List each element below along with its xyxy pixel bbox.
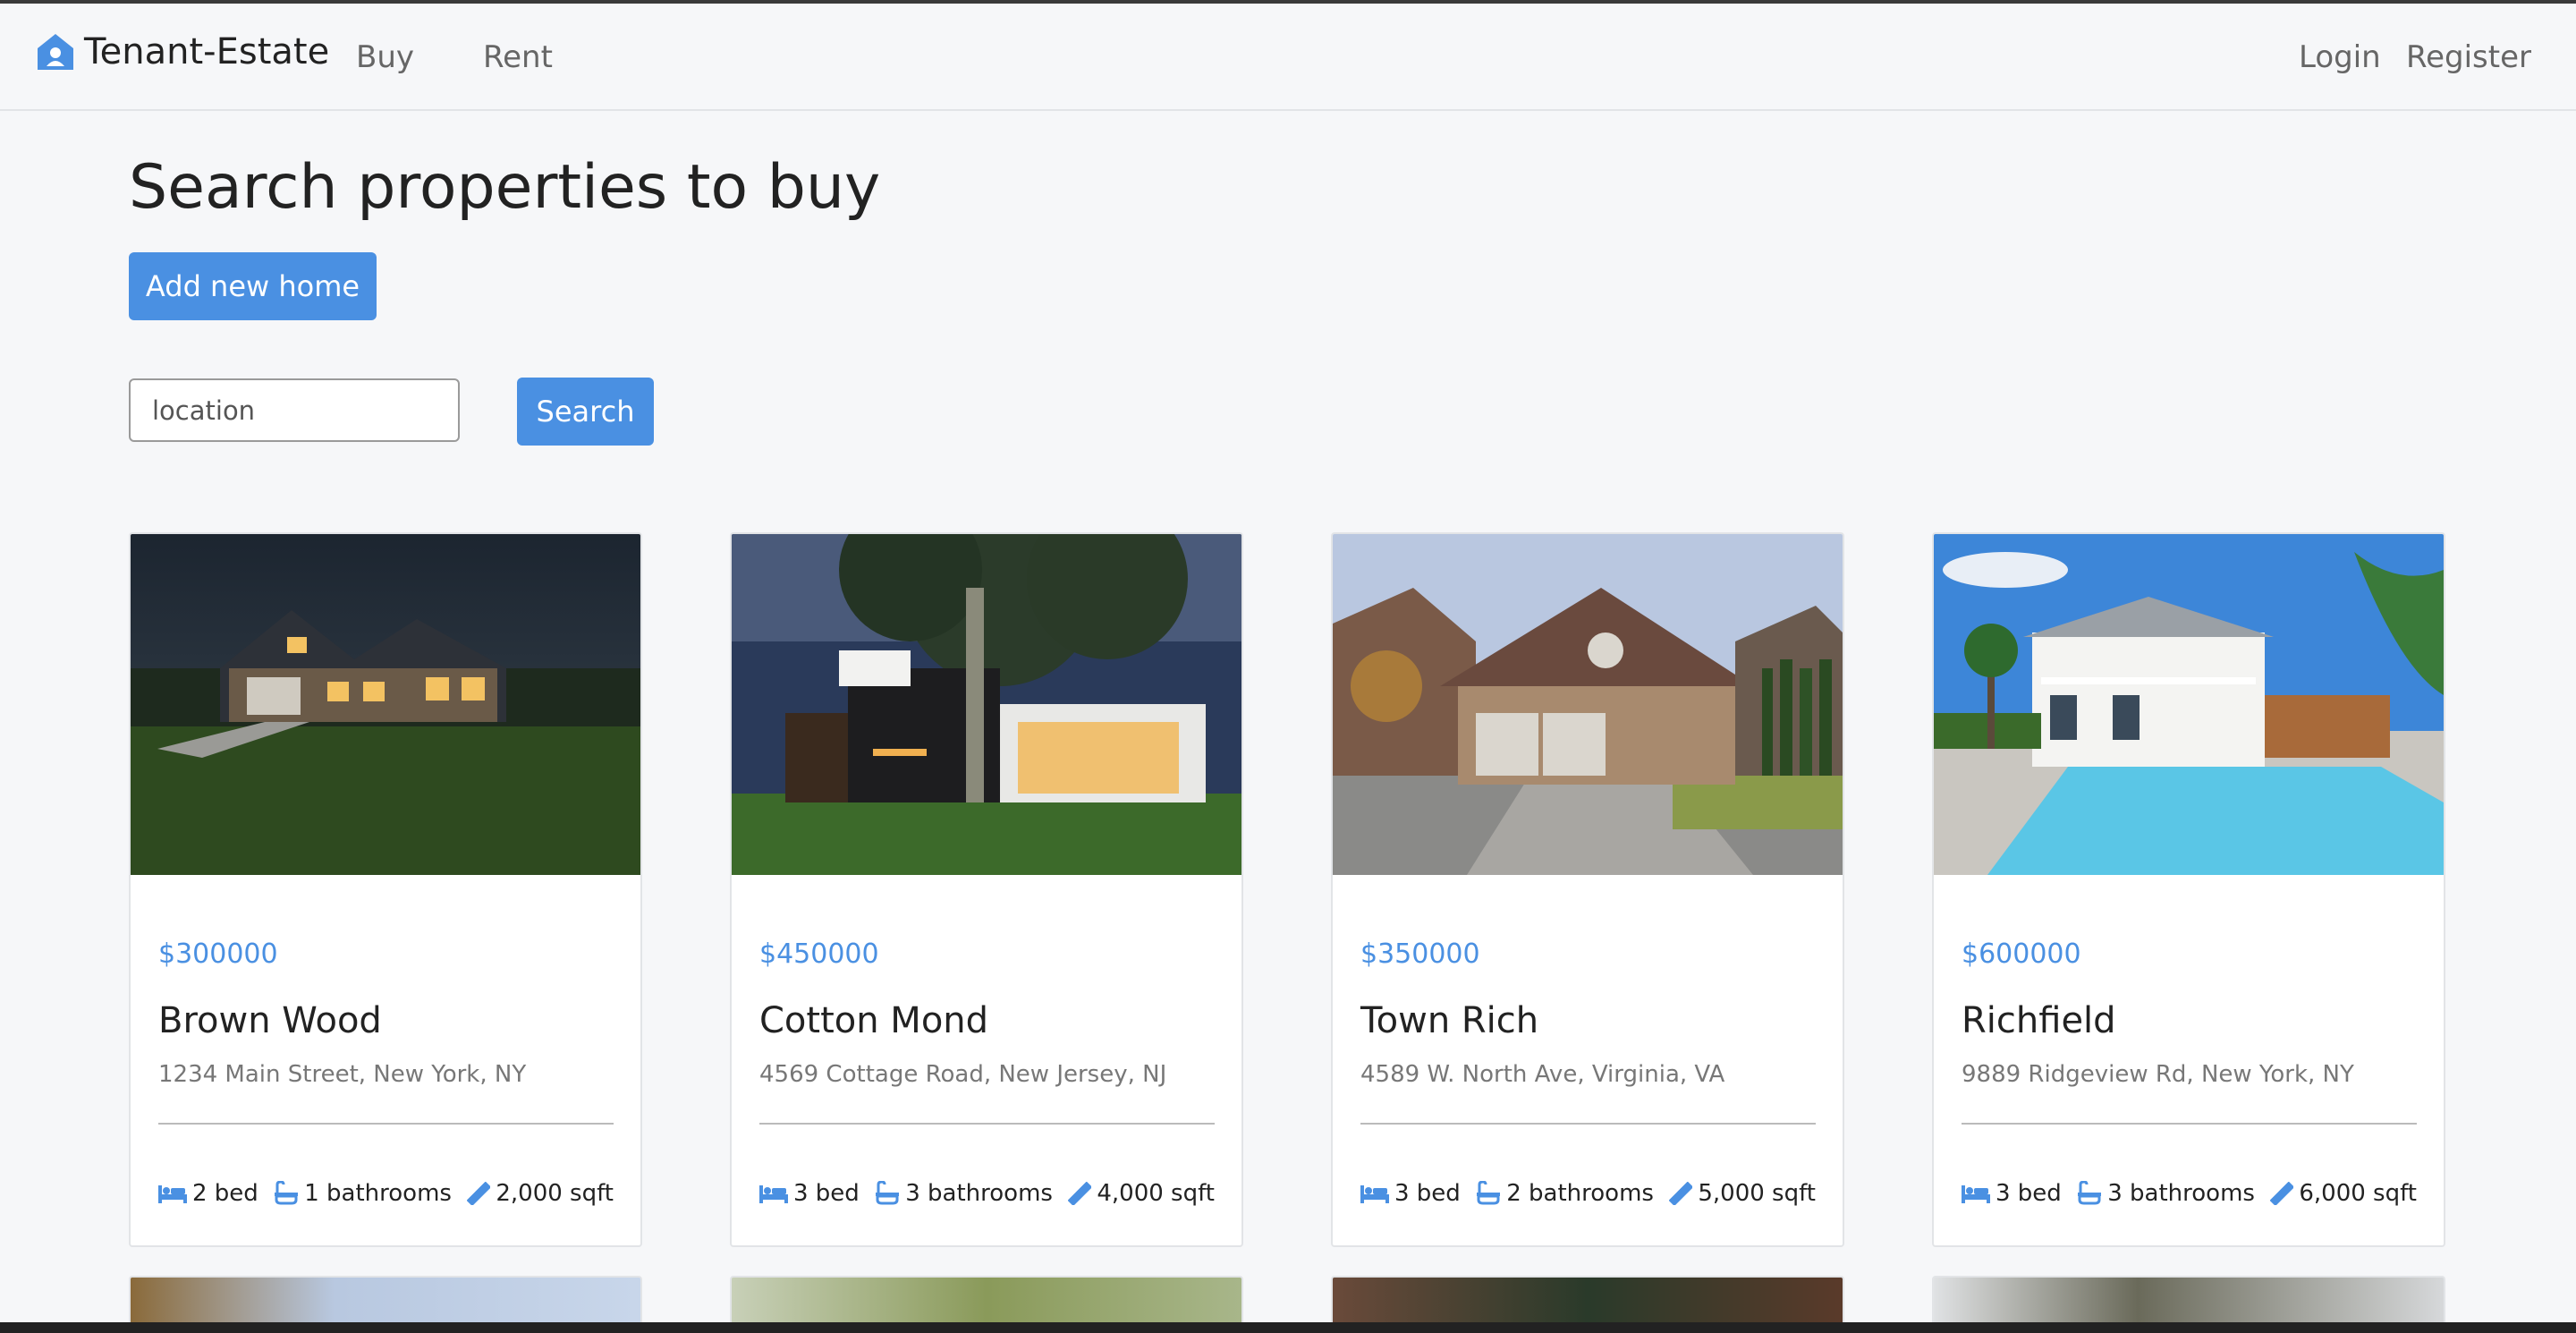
area-size: 4,000 sqft: [1097, 1180, 1215, 1207]
listing-price: $350000: [1360, 938, 1480, 970]
beds-feature: 3 bed: [1360, 1180, 1461, 1207]
bed-icon: [1360, 1185, 1389, 1203]
nav-buy-link[interactable]: Buy: [356, 39, 414, 75]
area-size: 5,000 sqft: [1698, 1180, 1816, 1207]
card-divider: [1360, 1123, 1816, 1125]
listing-name[interactable]: Richfield: [1962, 1000, 2116, 1041]
listing-name[interactable]: Town Rich: [1360, 1000, 1538, 1041]
search-button[interactable]: Search: [517, 378, 654, 446]
listing-card[interactable]: $450000 Cotton Mond 4569 Cottage Road, N…: [730, 532, 1243, 1247]
page-title: Search properties to buy: [129, 152, 881, 223]
baths-count: 2 bathrooms: [1506, 1180, 1654, 1207]
card-divider: [1962, 1123, 2417, 1125]
listing-features: 2 bed 1 bathrooms 2,000 sqft: [158, 1180, 614, 1207]
baths-feature: 1 bathrooms: [274, 1180, 452, 1207]
listing-address: 9889 Ridgeview Rd, New York, NY: [1962, 1061, 2354, 1088]
bath-icon: [876, 1181, 900, 1205]
nav-rent-link[interactable]: Rent: [483, 39, 553, 75]
location-search-input[interactable]: location: [129, 378, 460, 442]
area-feature: 4,000 sqft: [1068, 1180, 1215, 1207]
baths-count: 1 bathrooms: [304, 1180, 452, 1207]
bed-icon: [759, 1185, 788, 1203]
beds-count: 2 bed: [192, 1180, 258, 1207]
brand-name: Tenant-Estate: [84, 31, 330, 72]
beds-count: 3 bed: [1996, 1180, 2062, 1207]
beds-feature: 3 bed: [759, 1180, 860, 1207]
listing-features: 3 bed 3 bathrooms 6,000 sqft: [1962, 1180, 2417, 1207]
location-placeholder: location: [152, 395, 256, 426]
bath-icon: [275, 1181, 299, 1205]
ruler-icon: [2270, 1182, 2294, 1205]
ruler-icon: [467, 1182, 491, 1205]
listing-price: $450000: [759, 938, 879, 970]
listing-features: 3 bed 3 bathrooms 4,000 sqft: [759, 1180, 1215, 1207]
beds-count: 3 bed: [793, 1180, 860, 1207]
baths-feature: 3 bathrooms: [2077, 1180, 2255, 1207]
house-user-icon: [38, 34, 73, 70]
listing-address: 4589 W. North Ave, Virginia, VA: [1360, 1061, 1725, 1088]
card-divider: [759, 1123, 1215, 1125]
ruler-icon: [1669, 1182, 1693, 1205]
card-divider: [158, 1123, 614, 1125]
property-photo: [1934, 534, 2444, 875]
listing-address: 4569 Cottage Road, New Jersey, NJ: [759, 1061, 1167, 1088]
beds-feature: 3 bed: [1962, 1180, 2062, 1207]
baths-feature: 3 bathrooms: [875, 1180, 1053, 1207]
area-feature: 6,000 sqft: [2270, 1180, 2417, 1207]
listing-card[interactable]: $600000 Richfield 9889 Ridgeview Rd, New…: [1932, 532, 2445, 1247]
listing-card[interactable]: $300000 Brown Wood 1234 Main Street, New…: [129, 532, 642, 1247]
area-size: 2,000 sqft: [496, 1180, 614, 1207]
property-photo: [131, 534, 640, 875]
listing-features: 3 bed 2 bathrooms 5,000 sqft: [1360, 1180, 1816, 1207]
bed-icon: [1962, 1185, 1990, 1203]
area-size: 6,000 sqft: [2299, 1180, 2417, 1207]
nav-register-link[interactable]: Register: [2406, 39, 2531, 75]
nav-login-link[interactable]: Login: [2299, 39, 2381, 75]
listing-card[interactable]: $350000 Town Rich 4589 W. North Ave, Vir…: [1331, 532, 1844, 1247]
navbar: Tenant-Estate Buy Rent Login Register: [0, 4, 2576, 111]
beds-count: 3 bed: [1394, 1180, 1461, 1207]
baths-count: 3 bathrooms: [2107, 1180, 2255, 1207]
listing-price: $300000: [158, 938, 278, 970]
bath-icon: [1477, 1181, 1501, 1205]
listing-name[interactable]: Cotton Mond: [759, 1000, 988, 1041]
property-photo: [732, 534, 1241, 875]
bed-icon: [158, 1185, 187, 1203]
ruler-icon: [1068, 1182, 1092, 1205]
brand-logo[interactable]: Tenant-Estate: [34, 30, 329, 73]
area-feature: 5,000 sqft: [1669, 1180, 1816, 1207]
area-feature: 2,000 sqft: [467, 1180, 614, 1207]
add-new-home-button[interactable]: Add new home: [129, 252, 377, 320]
baths-count: 3 bathrooms: [905, 1180, 1053, 1207]
listing-name[interactable]: Brown Wood: [158, 1000, 382, 1041]
beds-feature: 2 bed: [158, 1180, 258, 1207]
listing-address: 1234 Main Street, New York, NY: [158, 1061, 527, 1088]
property-photo: [1333, 534, 1843, 875]
window-bottom-edge: [0, 1322, 2576, 1333]
listing-price: $600000: [1962, 938, 2081, 970]
baths-feature: 2 bathrooms: [1476, 1180, 1654, 1207]
bath-icon: [2078, 1181, 2102, 1205]
